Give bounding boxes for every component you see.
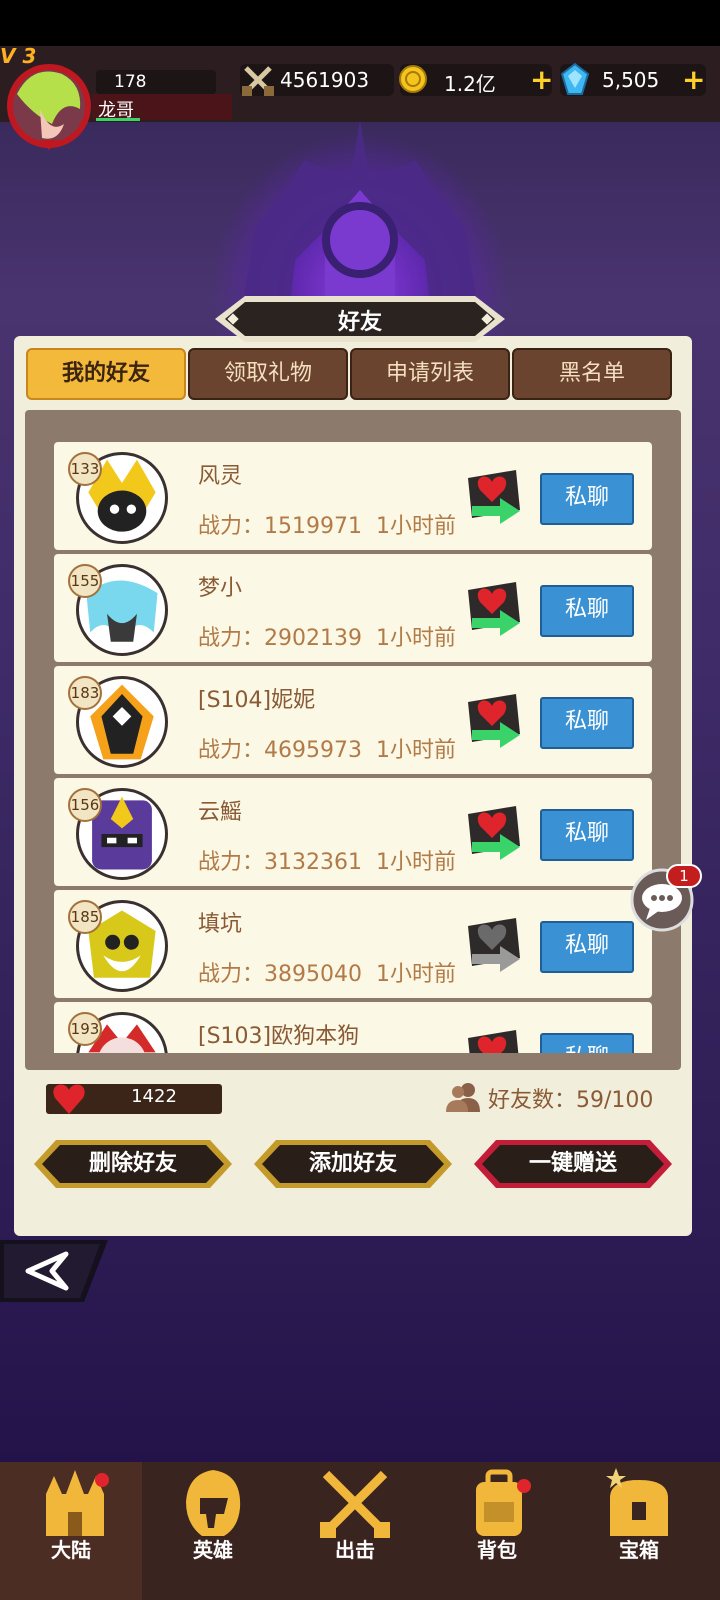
friend-power: 战力：4695973 1小时前	[198, 738, 456, 763]
nav-continent[interactable]	[0, 1462, 142, 1600]
friend-name: 梦小	[198, 576, 243, 601]
send-heart-icon[interactable]	[462, 468, 524, 528]
friend-level-badge: 156	[68, 788, 102, 822]
friend-level-badge: 133	[68, 452, 102, 486]
backpack-icon	[476, 1469, 531, 1536]
friend-row: 183 [S104]妮妮 战力：4695973 1小时前 私聊	[54, 666, 652, 774]
friend-name: 云鰩	[198, 800, 243, 825]
unread-badge: 1	[666, 864, 702, 888]
friend-row: 193 [S103]欧狗本狗 私聊	[54, 1002, 652, 1053]
player-avatar[interactable]	[2, 54, 96, 154]
private-chat-button[interactable]: 私聊	[540, 585, 634, 637]
gold-coin-icon	[399, 65, 427, 93]
friend-row: 133 风灵 战力：1519971 1小时前 私聊	[54, 442, 652, 550]
tab-my-friends[interactable]: 我的好友	[26, 348, 186, 400]
private-chat-button[interactable]: 私聊	[540, 921, 634, 973]
crossed-swords-nav-icon	[320, 1470, 390, 1538]
back-button[interactable]	[0, 1240, 108, 1302]
friend-list[interactable]: 133 风灵 战力：1519971 1小时前 私聊 155 梦小 战力：2902…	[46, 436, 660, 1053]
nav-battle[interactable]	[284, 1462, 426, 1600]
helmet-icon	[186, 1470, 241, 1536]
send-all-button[interactable]: 一键赠送	[474, 1140, 672, 1188]
friend-row: 156 云鰩 战力：3132361 1小时前 私聊	[54, 778, 652, 886]
friend-power: 战力：2902139 1小时前	[198, 626, 456, 651]
friend-power: 战力：3895040 1小时前	[198, 962, 456, 987]
nav-label-continent: 大陆	[51, 1538, 91, 1562]
friend-name: 风灵	[198, 464, 243, 489]
add-gems-button[interactable]: +	[682, 64, 705, 96]
treasure-chest-icon	[606, 1468, 668, 1536]
delete-friend-button[interactable]: 删除好友	[34, 1140, 232, 1188]
panel-title: 好友	[337, 310, 382, 335]
nav-label-bag: 背包	[477, 1538, 517, 1562]
friend-level-badge: 185	[68, 900, 102, 934]
crossed-swords-icon	[242, 66, 274, 96]
friends-group-icon	[446, 1083, 480, 1112]
nav-label-heroes: 英雄	[193, 1538, 233, 1562]
friend-row: 185 填坑 战力：3895040 1小时前 私聊	[54, 890, 652, 998]
vip-level: V 3	[0, 44, 37, 68]
tab-receive-gifts[interactable]: 领取礼物	[188, 348, 348, 400]
friend-name: [S104]妮妮	[198, 688, 316, 713]
add-gold-button[interactable]: +	[530, 64, 553, 96]
heart-sent-icon	[468, 918, 520, 972]
send-heart-icon[interactable]	[462, 1028, 524, 1053]
player-level: 178	[114, 72, 147, 92]
nav-bag[interactable]	[426, 1462, 568, 1600]
gem-icon	[560, 62, 590, 95]
hearts-count: 1422	[131, 1086, 177, 1107]
friend-level-badge: 155	[68, 564, 102, 598]
private-chat-button[interactable]: 私聊	[540, 1033, 634, 1053]
friend-name: [S103]欧狗本狗	[198, 1024, 360, 1049]
friend-name: 填坑	[198, 912, 243, 937]
power-value: 4561903	[280, 68, 370, 92]
gold-value: 1.2亿	[444, 72, 496, 96]
friend-row: 155 梦小 战力：2902139 1小时前 私聊	[54, 554, 652, 662]
private-chat-button[interactable]: 私聊	[540, 697, 634, 749]
tab-requests[interactable]: 申请列表	[350, 348, 510, 400]
heart-icon	[53, 1084, 85, 1114]
send-heart-icon[interactable]	[462, 692, 524, 752]
nav-heroes[interactable]	[142, 1462, 284, 1600]
nav-chest[interactable]	[568, 1462, 710, 1600]
private-chat-button[interactable]: 私聊	[540, 809, 634, 861]
friend-count: 好友数：59/100	[488, 1088, 654, 1113]
friend-power: 战力：1519971 1小时前	[198, 514, 456, 539]
player-name: 龙哥	[98, 100, 134, 121]
send-heart-icon[interactable]	[462, 580, 524, 640]
friend-level-badge: 193	[68, 1012, 102, 1046]
private-chat-button[interactable]: 私聊	[540, 473, 634, 525]
nav-label-battle: 出击	[335, 1538, 375, 1562]
send-heart-icon[interactable]	[462, 804, 524, 864]
friend-power: 战力：3132361 1小时前	[198, 850, 456, 875]
gems-value: 5,505	[602, 68, 660, 92]
add-friend-button[interactable]: 添加好友	[254, 1140, 452, 1188]
tab-blacklist[interactable]: 黑名单	[512, 348, 672, 400]
nav-label-chest: 宝箱	[619, 1538, 659, 1562]
friend-level-badge: 183	[68, 676, 102, 710]
castle-icon	[46, 1470, 109, 1536]
